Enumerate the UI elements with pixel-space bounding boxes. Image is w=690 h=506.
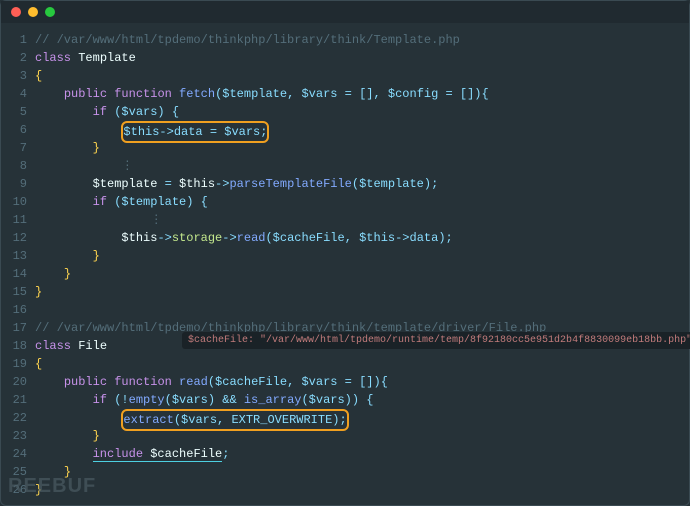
code-op: -> xyxy=(157,231,171,245)
code-text: ($vars)) { xyxy=(301,393,373,407)
close-icon[interactable] xyxy=(11,7,21,17)
line-numbers: 1 2 3 4 5 6 7 8 9 10 11 12 13 14 15 16 1… xyxy=(1,31,35,499)
code-op: -> xyxy=(215,177,229,191)
title-bar xyxy=(1,1,689,23)
code-keyword: if xyxy=(93,195,107,209)
line-number: 24 xyxy=(1,445,27,463)
line-number: 12 xyxy=(1,229,27,247)
code-keyword: if xyxy=(93,393,107,407)
code-keyword: function xyxy=(114,375,172,389)
line-number: 8 xyxy=(1,157,27,175)
code-params: ($cacheFile, $vars = []){ xyxy=(208,375,388,389)
line-number: 11 xyxy=(1,211,27,229)
debug-tooltip: $cacheFile: "/var/www/html/tpdemo/runtim… xyxy=(182,332,690,349)
code-cond: ($vars) { xyxy=(107,105,179,119)
code-text: ($vars) && xyxy=(165,393,244,407)
code-op: = xyxy=(157,177,179,191)
code-class: File xyxy=(78,339,107,353)
code-cond: ($template) { xyxy=(107,195,208,209)
code-keyword: class xyxy=(35,51,71,65)
code-keyword: if xyxy=(93,105,107,119)
line-number: 3 xyxy=(1,67,27,85)
line-number: 15 xyxy=(1,283,27,301)
code-text: ; xyxy=(222,447,229,461)
highlight-box: extract($vars, EXTR_OVERWRITE); xyxy=(121,409,348,431)
line-number: 14 xyxy=(1,265,27,283)
code-args: ($vars, EXTR_OVERWRITE); xyxy=(174,413,347,427)
code-keyword: class xyxy=(35,339,71,353)
code-brace: } xyxy=(93,249,100,263)
code-text: ($template); xyxy=(352,177,438,191)
code-keyword: function xyxy=(114,87,172,101)
line-number: 21 xyxy=(1,391,27,409)
code-function: fetch xyxy=(179,87,215,101)
code-text: (! xyxy=(107,393,129,407)
code-this: $this xyxy=(121,231,157,245)
maximize-icon[interactable] xyxy=(45,7,55,17)
code-keyword: public xyxy=(64,87,107,101)
code-ellipsis: ⋮ xyxy=(121,159,133,173)
code-keyword: include xyxy=(93,447,143,462)
line-number: 1 xyxy=(1,31,27,49)
code-var: $template xyxy=(93,177,158,191)
code-function: read xyxy=(237,231,266,245)
code-var: $cacheFile xyxy=(143,447,222,462)
line-number: 9 xyxy=(1,175,27,193)
code-function: extract xyxy=(123,413,173,427)
line-number: 7 xyxy=(1,139,27,157)
code-brace: } xyxy=(35,285,42,299)
watermark: REEBUF xyxy=(8,475,96,498)
code-function: empty xyxy=(129,393,165,407)
line-number: 22 xyxy=(1,409,27,427)
code-area[interactable]: // /var/www/html/tpdemo/thinkphp/library… xyxy=(35,31,689,499)
code-op: -> xyxy=(222,231,236,245)
line-number: 2 xyxy=(1,49,27,67)
code-prop: storage xyxy=(172,231,222,245)
code-keyword: public xyxy=(64,375,107,389)
code-args: ($cacheFile, $this->data); xyxy=(265,231,452,245)
line-number: 5 xyxy=(1,103,27,121)
code-brace: { xyxy=(35,357,42,371)
code-params: ($template, $vars = [], $config = []){ xyxy=(215,87,489,101)
code-function: is_array xyxy=(244,393,302,407)
line-number: 6 xyxy=(1,121,27,139)
code-brace: } xyxy=(93,141,100,155)
minimize-icon[interactable] xyxy=(28,7,38,17)
line-number: 19 xyxy=(1,355,27,373)
editor: 1 2 3 4 5 6 7 8 9 10 11 12 13 14 15 16 1… xyxy=(1,23,689,499)
line-number: 20 xyxy=(1,373,27,391)
line-number: 4 xyxy=(1,85,27,103)
code-ellipsis: ⋮ xyxy=(150,213,162,227)
line-number: 18 xyxy=(1,337,27,355)
code-brace: { xyxy=(35,69,42,83)
code-function: read xyxy=(179,375,208,389)
line-number: 23 xyxy=(1,427,27,445)
line-number: 16 xyxy=(1,301,27,319)
code-brace: } xyxy=(64,267,71,281)
code-class: Template xyxy=(78,51,136,65)
code-line: $this->data = $vars; xyxy=(123,125,267,139)
line-number: 13 xyxy=(1,247,27,265)
line-number: 17 xyxy=(1,319,27,337)
code-brace: } xyxy=(93,429,100,443)
code-this: $this xyxy=(179,177,215,191)
code-comment: // /var/www/html/tpdemo/thinkphp/library… xyxy=(35,33,460,47)
code-function: parseTemplateFile xyxy=(229,177,351,191)
line-number: 10 xyxy=(1,193,27,211)
highlight-box: $this->data = $vars; xyxy=(121,121,269,143)
